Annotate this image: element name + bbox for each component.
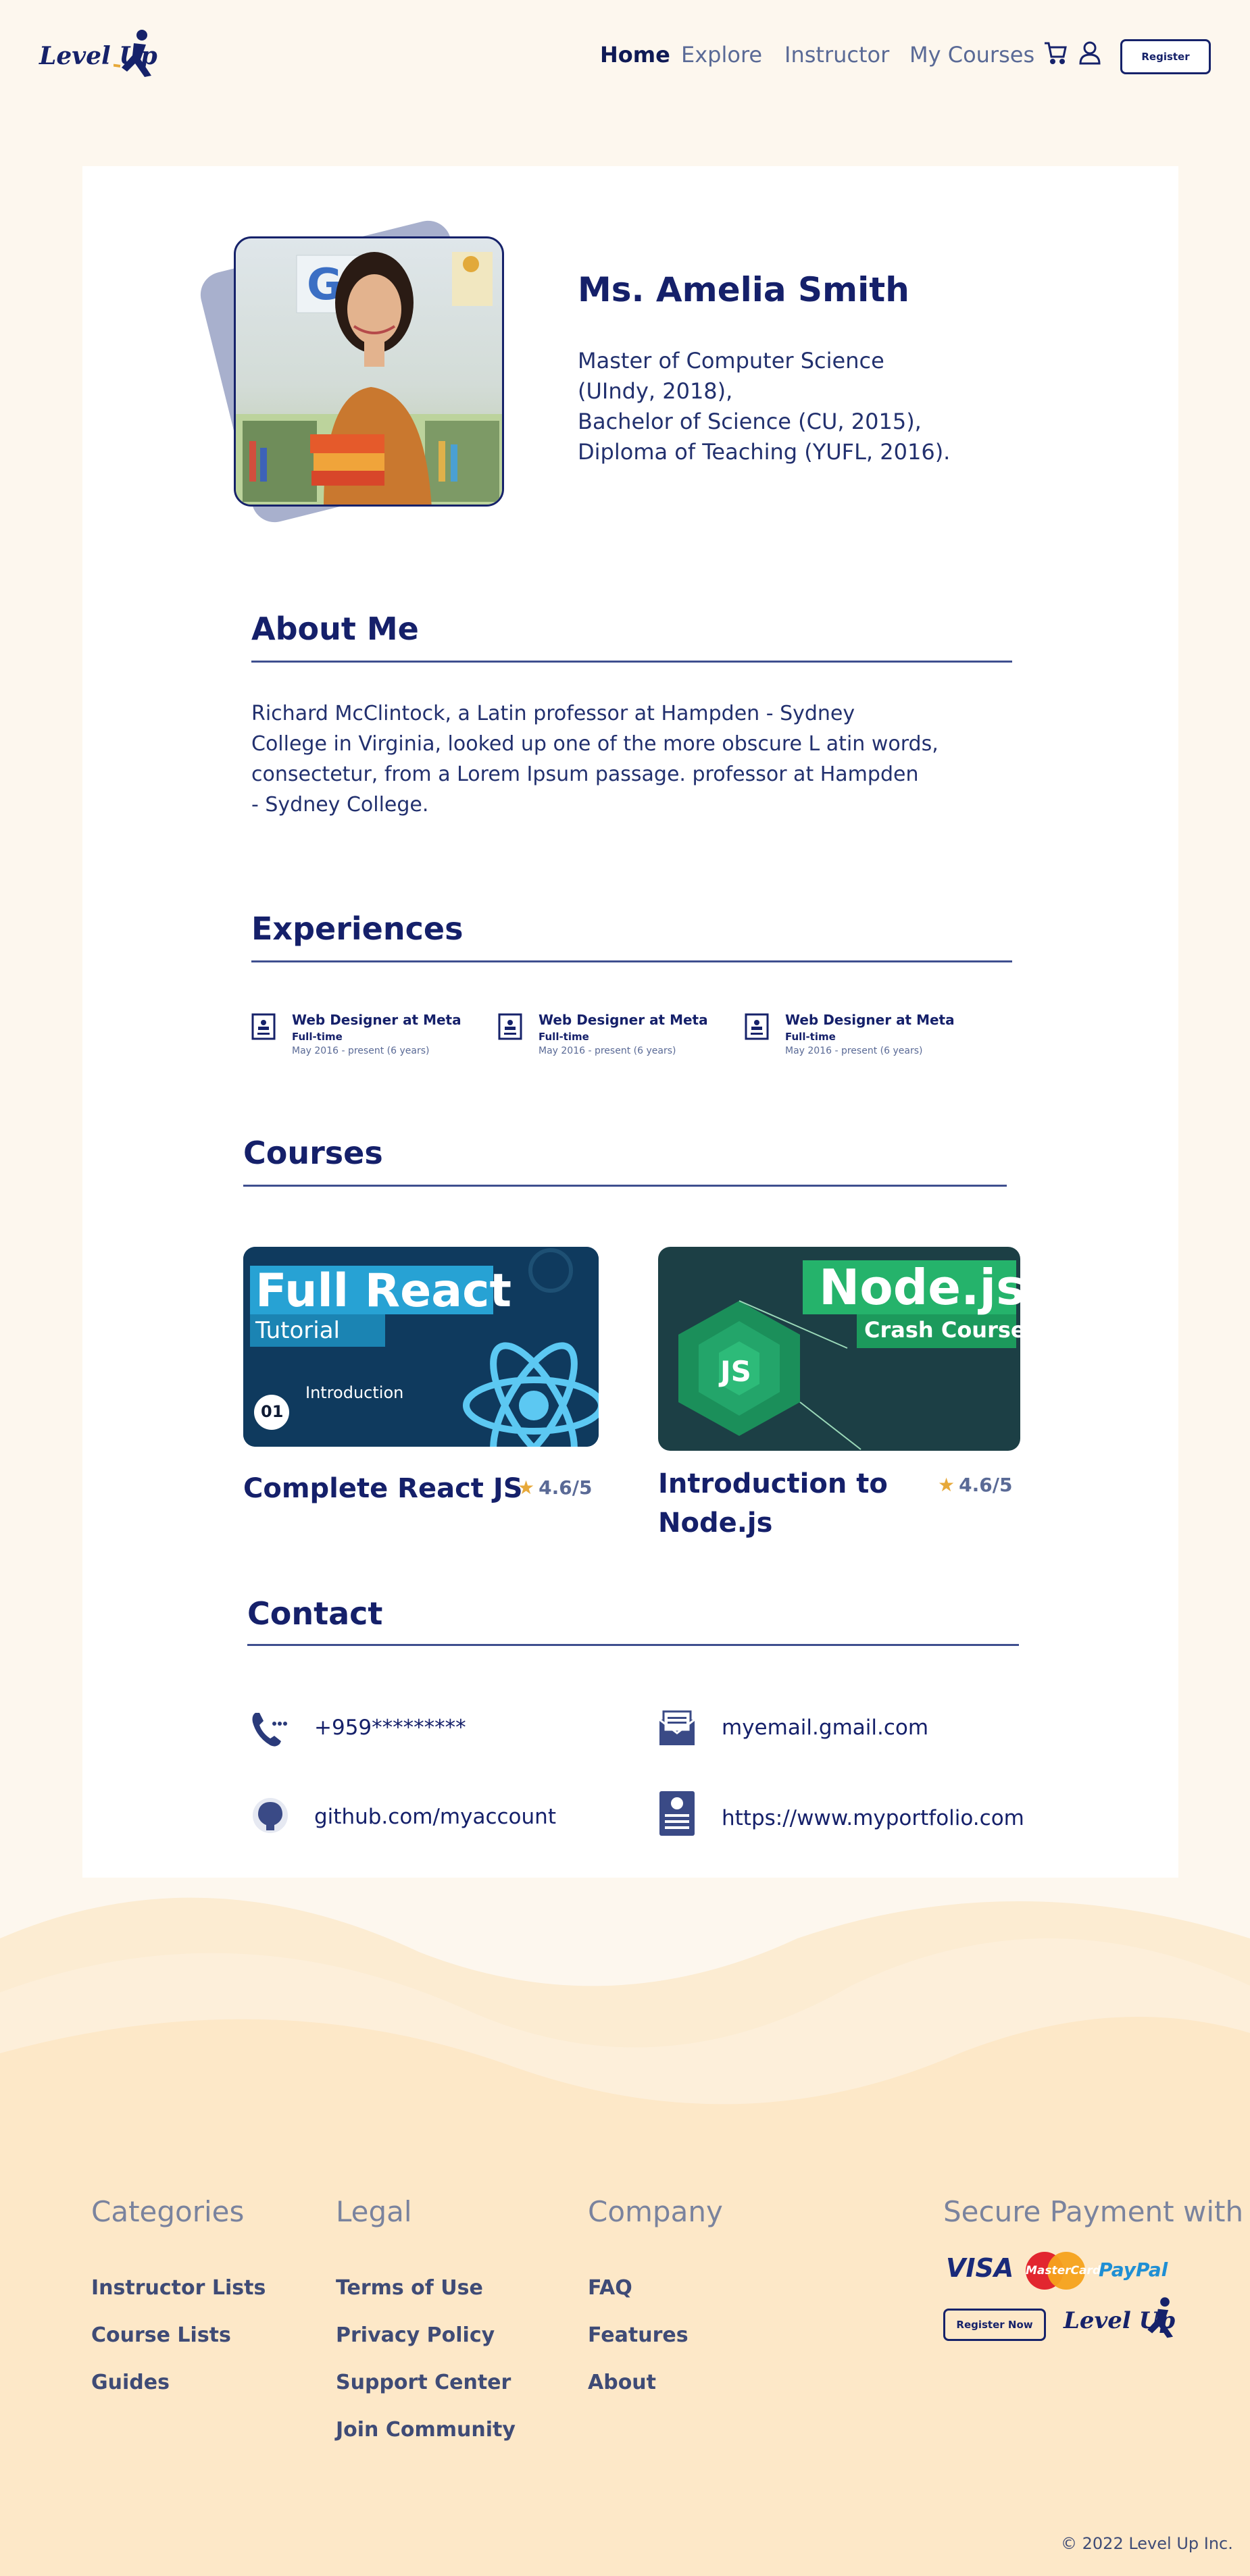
thumb-subtitle: Tutorial [255,1317,340,1344]
footer-link-features[interactable]: Features [588,2323,689,2347]
github-icon [253,1798,288,1833]
footer-link-faq[interactable]: FAQ [588,2276,632,2300]
register-button[interactable]: Register [1120,39,1211,74]
footer-link-about[interactable]: About [588,2371,656,2394]
about-line: College in Virginia, looked up one of th… [251,732,939,756]
instructor-name: Ms. Amelia Smith [578,270,909,309]
experience-item: Web Designer at Meta Full-time May 2016 … [251,1012,474,1066]
nav-instructor[interactable]: Instructor [784,42,889,68]
email-address[interactable]: myemail.gmail.com [722,1716,928,1740]
experience-type: Full-time [785,1031,836,1043]
nav-explore[interactable]: Explore [681,42,762,68]
about-line: - Sydney College. [251,793,429,817]
footer-payment-heading: Secure Payment with [943,2195,1244,2228]
phone-number[interactable]: +959********* [314,1716,466,1740]
experience-title: Web Designer at Meta [785,1012,955,1028]
course-title-line: Introduction to [658,1468,888,1499]
user-icon[interactable] [1078,41,1105,68]
courses-title: Courses [243,1135,383,1171]
footer-link-guides[interactable]: Guides [91,2371,170,2394]
footer-logo[interactable]: Level Up [1064,2294,1185,2348]
course-rating: ★ 4.6/5 [938,1474,1012,1496]
portfolio-link[interactable]: https://www.myportfolio.com [722,1806,1024,1830]
degree-line: Bachelor of Science (CU, 2015), [578,409,922,434]
experience-date: May 2016 - present (6 years) [539,1046,676,1056]
paypal-logo: PayPal [1099,2259,1168,2281]
portfolio-icon [659,1791,695,1836]
footer-link-instructor-lists[interactable]: Instructor Lists [91,2276,266,2300]
degree-line: (UIndy, 2018), [578,378,733,404]
course-title-node[interactable]: Introduction to Node.js [658,1464,888,1543]
footer-categories-heading: Categories [91,2195,245,2228]
thumb-title: Full React [255,1264,511,1318]
about-text: Richard McClintock, a Latin professor at… [251,698,941,820]
about-line: Richard McClintock, a Latin professor at… [251,702,855,725]
runner-logo-icon [1147,2297,1173,2338]
mastercard-text: MasterCard [1026,2264,1101,2277]
resume-icon [745,1013,769,1040]
course-rating: ★ 4.6/5 [518,1476,592,1499]
footer-company-heading: Company [588,2195,723,2228]
degree-line: Master of Computer Science [578,348,884,373]
about-divider [251,661,1012,663]
instructor-degrees: Master of Computer Science (UIndy, 2018)… [578,346,950,467]
footer-link-course-lists[interactable]: Course Lists [91,2323,231,2347]
experience-date: May 2016 - present (6 years) [785,1046,923,1056]
contact-divider [247,1644,1019,1646]
github-link[interactable]: github.com/myaccount [314,1805,556,1829]
nav-my-courses[interactable]: My Courses [909,42,1034,68]
thumb-subtitle: Crash Course [864,1317,1020,1343]
experience-type: Full-time [539,1031,589,1043]
site-header: Level Up Home Explore Instructor My Cour… [0,0,1250,115]
mastercard-logo: MasterCard [1022,2250,1101,2291]
register-now-button[interactable]: Register Now [943,2309,1046,2341]
experience-title: Web Designer at Meta [292,1012,461,1028]
experience-item: Web Designer at Meta Full-time May 2016 … [498,1012,721,1066]
experience-title: Web Designer at Meta [539,1012,708,1028]
star-icon: ★ [938,1474,955,1496]
thumb-title: Node.js [819,1259,1020,1316]
about-line: consectetur, from a Lorem Ipsum passage.… [251,763,919,786]
footer-link-privacy[interactable]: Privacy Policy [336,2323,495,2347]
about-title: About Me [251,611,419,647]
contact-title: Contact [247,1595,383,1632]
experience-date: May 2016 - present (6 years) [292,1046,430,1056]
runner-logo-icon [114,30,151,77]
experiences-title: Experiences [251,910,464,947]
email-icon [659,1710,695,1745]
visa-logo: VISA [946,2253,1014,2283]
nav-home[interactable]: Home [600,42,670,68]
experience-type: Full-time [292,1031,343,1043]
courses-divider [243,1185,1007,1187]
star-icon: ★ [518,1476,535,1499]
footer-link-terms[interactable]: Terms of Use [336,2276,483,2300]
resume-icon [498,1013,522,1040]
experiences-divider [251,960,1012,962]
footer-legal-heading: Legal [336,2195,412,2228]
thumb-badge: JS [720,1355,751,1388]
rating-value: 4.6/5 [539,1476,593,1499]
footer-link-community[interactable]: Join Community [336,2418,516,2442]
resume-icon [251,1013,276,1040]
logo[interactable]: Level Up [39,28,161,82]
cart-icon[interactable] [1043,41,1070,68]
copyright: © 2022 Level Up Inc. [1061,2534,1233,2553]
react-course-thumbnail[interactable]: Full React Tutorial Introduction 01 [243,1247,599,1447]
experience-item: Web Designer at Meta Full-time May 2016 … [745,1012,968,1066]
instructor-portrait: G [234,236,504,507]
degree-line: Diploma of Teaching (YUFL, 2016). [578,439,951,465]
thumb-label: Introduction [305,1383,404,1402]
footer-link-support[interactable]: Support Center [336,2371,511,2394]
rating-value: 4.6/5 [959,1474,1013,1496]
instructor-photo: G [195,203,527,540]
thumb-number: 01 [261,1402,284,1421]
course-title-react[interactable]: Complete React JS [243,1469,523,1508]
node-course-thumbnail[interactable]: Node.js Crash Course JS [658,1247,1020,1451]
phone-icon [252,1713,287,1747]
course-title-line: Node.js [658,1508,773,1539]
